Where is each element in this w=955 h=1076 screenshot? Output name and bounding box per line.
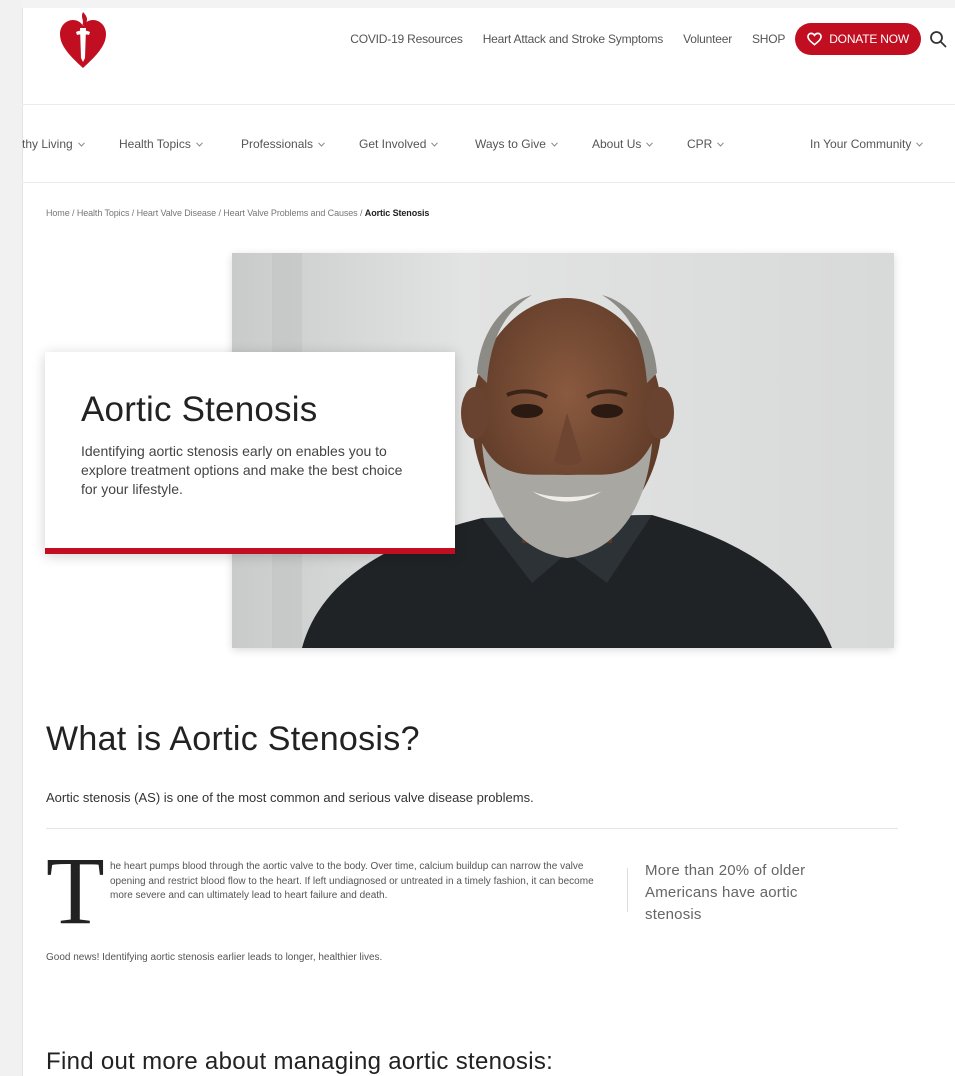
browser-top-edge [22,0,955,8]
breadcrumb-separator: / [357,208,365,218]
header-divider [22,104,955,105]
utility-link-shop[interactable]: SHOP [752,32,785,46]
chevron-down-icon [551,141,558,147]
drop-cap: T [46,837,105,944]
donate-now-label: DONATE NOW [829,32,909,46]
nav-item-health-topics[interactable]: Health Topics [119,137,203,151]
breadcrumb-current: Aortic Stenosis [364,208,430,218]
hero-accent-bar [45,548,455,554]
utility-link-symptoms[interactable]: Heart Attack and Stroke Symptoms [483,32,664,46]
nav-item-ways-to-give[interactable]: Ways to Give [475,137,558,151]
stat-divider [627,868,628,912]
nav-item-label: thy Living [22,137,73,151]
stat-callout: More than 20% of older Americans have ao… [645,862,806,923]
section-heading: What is Aortic Stenosis? [46,720,420,758]
utility-link-covid[interactable]: COVID-19 Resources [350,32,463,46]
main-nav: thy Living Health Topics Professionals G… [22,132,955,158]
breadcrumb-separator: / [129,208,137,218]
nav-divider [22,182,955,183]
subsection-heading: Find out more about managing aortic sten… [46,1048,554,1075]
nav-item-label: In Your Community [810,137,912,151]
hero-title: Aortic Stenosis [81,390,318,429]
nav-item-label: CPR [687,137,713,151]
breadcrumb-link-heart-valve-disease[interactable]: Heart Valve Disease [137,208,217,218]
good-news-paragraph: Good news! Identifying aortic stenosis e… [46,952,383,963]
breadcrumb-separator: / [69,208,77,218]
breadcrumb-link-health-topics[interactable]: Health Topics [77,208,130,218]
nav-item-get-involved[interactable]: Get Involved [359,137,439,151]
chevron-down-icon [195,141,203,147]
hero-description: Identifying aortic stenosis early on ena… [81,443,403,497]
body-paragraph: he heart pumps blood through the aortic … [110,861,594,901]
heart-torch-logo-icon[interactable] [56,10,110,72]
chevron-down-icon [717,141,725,147]
nav-item-label: Get Involved [359,137,427,151]
chevron-down-icon [431,141,439,147]
chevron-down-icon [318,141,325,147]
utility-link-volunteer[interactable]: Volunteer [683,32,732,46]
hero-card: Aortic Stenosis Identifying aortic steno… [45,352,455,554]
breadcrumb-link-valve-problems[interactable]: Heart Valve Problems and Causes [223,208,357,218]
chevron-down-icon [77,141,85,147]
search-icon[interactable] [929,30,947,48]
nav-item-in-your-community[interactable]: In Your Community [810,137,924,151]
breadcrumb: Home / Health Topics / Heart Valve Disea… [46,208,429,218]
nav-item-professionals[interactable]: Professionals [241,137,325,151]
donate-now-button[interactable]: DONATE NOW [795,23,921,55]
content-divider [46,828,898,829]
nav-item-label: About Us [592,137,642,151]
nav-item-label: Professionals [241,137,314,151]
utility-nav: COVID-19 Resources Heart Attack and Stro… [350,23,947,55]
nav-item-cpr[interactable]: CPR [687,137,725,151]
browser-left-edge [0,0,23,1076]
nav-item-healthy-living[interactable]: thy Living [22,137,85,151]
chevron-down-icon [646,141,654,147]
lead-paragraph: Aortic stenosis (AS) is one of the most … [46,790,534,805]
nav-item-about-us[interactable]: About Us [592,137,654,151]
chevron-down-icon [916,141,924,147]
heart-outline-icon [807,32,823,46]
breadcrumb-link-home[interactable]: Home [46,208,70,218]
nav-item-label: Ways to Give [475,137,546,151]
nav-item-label: Health Topics [119,137,191,151]
